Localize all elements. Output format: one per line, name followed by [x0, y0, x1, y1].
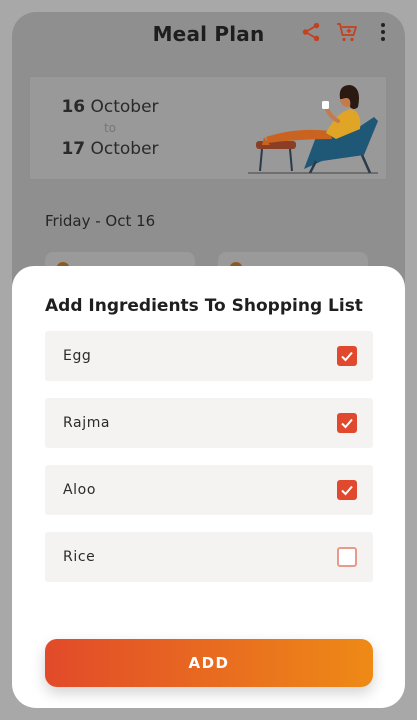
date-separator: to: [103, 121, 117, 135]
ingredient-label: Rajma: [63, 415, 111, 431]
day-label: Friday - Oct 16: [45, 212, 156, 230]
ingredient-label: Rice: [63, 549, 96, 565]
checkmark-icon: [341, 418, 353, 429]
ingredient-row-rajma[interactable]: Rajma: [45, 398, 373, 448]
checkbox-checked[interactable]: [337, 413, 357, 433]
start-month: October: [90, 97, 159, 117]
ingredient-row-aloo[interactable]: Aloo: [45, 465, 373, 515]
date-range: 16 October to 17 October: [30, 77, 190, 179]
checkmark-icon: [341, 351, 353, 362]
relaxing-woman-illustration: [248, 85, 378, 174]
start-day: 16: [61, 97, 86, 117]
start-date: 16 October: [61, 97, 158, 117]
page-title: Meal Plan: [152, 22, 265, 46]
add-button[interactable]: ADD: [45, 639, 373, 687]
screen: Meal Plan 16 October to 17 October Frida…: [12, 12, 405, 708]
ingredient-label: Egg: [63, 348, 92, 364]
checkbox-checked[interactable]: [337, 480, 357, 500]
cart-icon[interactable]: [335, 20, 359, 44]
ingredient-row-egg[interactable]: Egg: [45, 331, 373, 381]
ingredient-row-rice[interactable]: Rice: [45, 532, 373, 582]
header-actions: [299, 20, 395, 44]
end-date: 17 October: [61, 139, 158, 159]
checkmark-icon: [341, 485, 353, 496]
ingredients-bottom-sheet: Add Ingredients To Shopping List Egg Raj…: [12, 266, 405, 708]
date-range-card: 16 October to 17 October: [29, 76, 387, 180]
share-icon[interactable]: [299, 20, 323, 44]
more-vertical-icon[interactable]: [371, 20, 395, 44]
app-header: Meal Plan: [12, 12, 405, 56]
device-frame: Meal Plan 16 October to 17 October Frida…: [0, 0, 417, 720]
end-month: October: [90, 139, 159, 159]
sheet-title: Add Ingredients To Shopping List: [45, 296, 363, 316]
checkbox-unchecked[interactable]: [337, 547, 357, 567]
checkbox-checked[interactable]: [337, 346, 357, 366]
ingredient-label: Aloo: [63, 482, 96, 498]
end-day: 17: [61, 139, 86, 159]
